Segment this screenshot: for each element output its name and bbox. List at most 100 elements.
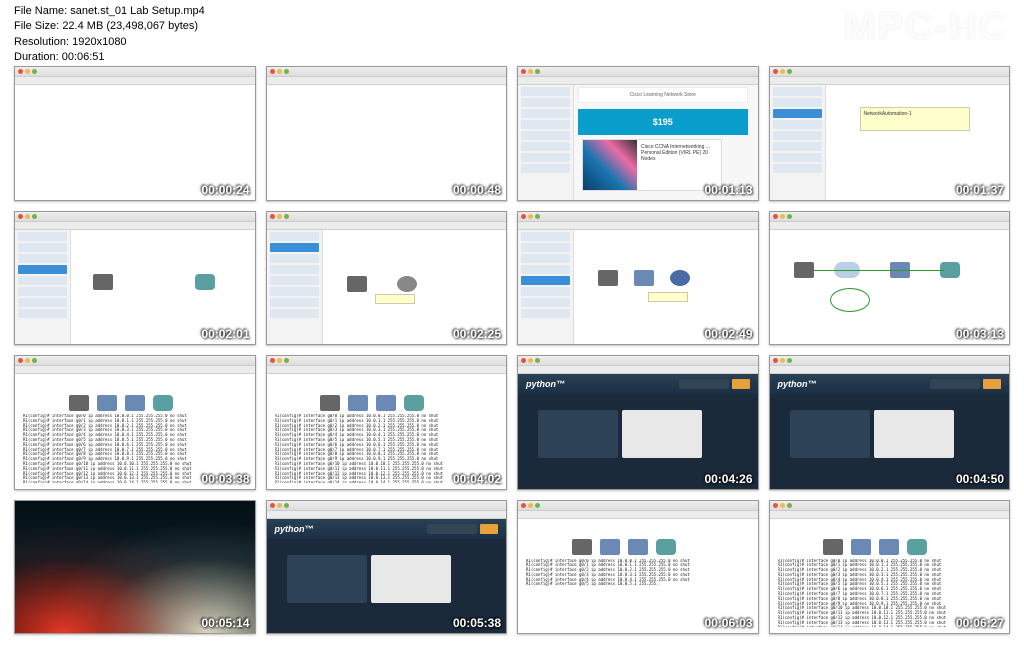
thumbnail[interactable]: R1(config)# interface g0/0 ip address 10…: [14, 355, 256, 490]
node-switch-icon: [600, 539, 620, 555]
node-switch-icon: [628, 539, 648, 555]
file-name-value: sanet.st_01 Lab Setup.mp4: [70, 5, 205, 17]
thumbnail[interactable]: python™ 00:05:38: [266, 500, 508, 635]
thumbnail[interactable]: R1(config)# interface g0/0 ip address 10…: [769, 500, 1011, 635]
timestamp: 00:06:27: [956, 616, 1004, 630]
window-toolbar: [518, 222, 758, 230]
topology-row: [65, 394, 205, 408]
timestamp: 00:05:14: [201, 616, 249, 630]
timestamp: 00:04:26: [704, 472, 752, 486]
download-cards: [790, 410, 954, 458]
window-toolbar: [518, 366, 758, 374]
gns3-sidebar: [15, 230, 71, 345]
search-input[interactable]: [427, 524, 477, 534]
window-titlebar: [518, 356, 758, 366]
window-titlebar: [267, 212, 507, 222]
thumbnail[interactable]: python™ 00:04:50: [769, 355, 1011, 490]
go-button[interactable]: [732, 379, 750, 389]
resolution-label: Resolution:: [14, 36, 69, 48]
go-button[interactable]: [983, 379, 1001, 389]
thumbnail[interactable]: R1(config)# interface g0/0 ip address 10…: [517, 500, 759, 635]
go-button[interactable]: [480, 524, 498, 534]
python-header: python™: [770, 374, 1010, 394]
node-switch-icon: [97, 395, 117, 411]
cisco-header: Cisco Learning Network Store: [578, 87, 748, 103]
python-header: python™: [518, 374, 758, 394]
window-toolbar: [518, 77, 758, 85]
node-pc-icon: [69, 395, 89, 411]
python-header: python™: [267, 519, 507, 539]
loop-icon: [830, 288, 870, 312]
thumbnail[interactable]: 00:02:25: [266, 211, 508, 346]
browser-sidebar: [518, 85, 574, 200]
watermark: MPC-HC: [844, 6, 1008, 49]
gns3-sidebar: [518, 230, 574, 345]
window-titlebar: [267, 356, 507, 366]
timestamp: 00:00:24: [201, 183, 249, 197]
node-label: [375, 294, 415, 304]
gns3-sidebar: [770, 85, 826, 200]
window-toolbar: [770, 511, 1010, 519]
window-titlebar: [770, 501, 1010, 511]
gns3-sidebar: [267, 230, 323, 345]
card: [371, 555, 451, 603]
thumbnail[interactable]: 00:05:14: [14, 500, 256, 635]
resolution-value: 1920x1080: [72, 36, 126, 48]
topology-row: [568, 539, 708, 553]
thumbnail[interactable]: 00:02:49: [517, 211, 759, 346]
window-toolbar: [15, 366, 255, 374]
card: [287, 555, 367, 603]
timestamp: 00:01:37: [956, 183, 1004, 197]
timestamp: 00:06:03: [704, 616, 752, 630]
download-cards: [538, 410, 702, 458]
search-input[interactable]: [679, 379, 729, 389]
window-toolbar: [267, 511, 507, 519]
node-pc-icon: [320, 395, 340, 411]
window-titlebar: [15, 67, 255, 77]
python-logo-text: python™: [778, 379, 817, 389]
file-size-value: 22.4 MB (23,498,067 bytes): [62, 20, 198, 32]
node-pc-icon: [598, 270, 618, 286]
python-logo-text: python™: [526, 379, 565, 389]
window-toolbar: [518, 511, 758, 519]
window-titlebar: [15, 212, 255, 222]
node-router-icon: [656, 539, 676, 555]
node-pc-icon: [93, 274, 113, 290]
thumbnail[interactable]: Cisco Learning Network Store$195Cisco CC…: [517, 66, 759, 201]
node-hub-icon: [670, 270, 690, 286]
thumbnail[interactable]: python™ 00:04:26: [517, 355, 759, 490]
window-toolbar: [267, 366, 507, 374]
timestamp: 00:00:48: [453, 183, 501, 197]
highway-image: [15, 501, 255, 634]
search-input[interactable]: [930, 379, 980, 389]
timestamp: 00:02:49: [704, 327, 752, 341]
window-titlebar: [518, 67, 758, 77]
file-size-label: File Size:: [14, 20, 59, 32]
window-titlebar: [518, 212, 758, 222]
window-titlebar: [770, 212, 1010, 222]
timestamp: 00:04:50: [956, 472, 1004, 486]
timestamp: 00:03:13: [956, 327, 1004, 341]
thumbnail[interactable]: NetworkAutomation-100:01:37: [769, 66, 1011, 201]
node-switch-icon: [125, 395, 145, 411]
duration-label: Duration:: [14, 51, 59, 63]
card: [790, 410, 870, 458]
node-switch-icon: [376, 395, 396, 411]
window-titlebar: [267, 501, 507, 511]
node-router-icon: [195, 274, 215, 290]
topology-row: [316, 394, 456, 408]
node-switch-icon: [348, 395, 368, 411]
window-titlebar: [15, 356, 255, 366]
file-name-label: File Name:: [14, 5, 67, 17]
thumbnail[interactable]: R1(config)# interface g0/0 ip address 10…: [266, 355, 508, 490]
window-toolbar: [267, 77, 507, 85]
window-toolbar: [15, 222, 255, 230]
download-cards: [287, 555, 451, 603]
node-pc-icon: [794, 262, 814, 278]
thumbnail[interactable]: 00:03:13: [769, 211, 1011, 346]
thumbnail[interactable]: 00:00:24: [14, 66, 256, 201]
link-line: [814, 270, 944, 271]
timestamp: 00:05:38: [453, 616, 501, 630]
thumbnail[interactable]: 00:00:48: [266, 66, 508, 201]
thumbnail[interactable]: 00:02:01: [14, 211, 256, 346]
